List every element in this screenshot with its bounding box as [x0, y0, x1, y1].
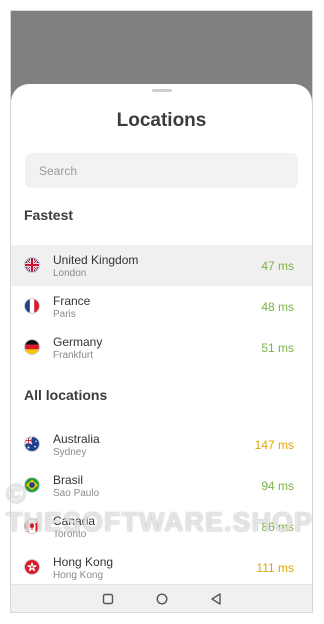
- city-name: London: [53, 268, 87, 279]
- system-navigation-bar: [11, 584, 312, 612]
- page-title: Locations: [116, 110, 207, 131]
- location-row-hong-kong[interactable]: Hong Kong Hong Kong 111 ms: [11, 547, 312, 584]
- country-name: Canada: [53, 514, 96, 528]
- locations-sheet: Locations Fastest United Kingdom London …: [11, 84, 312, 584]
- fastest-heading: Fastest: [24, 207, 74, 223]
- location-row-brasil[interactable]: Brasil Sao Paulo 94 ms: [11, 465, 312, 506]
- brazil-flag-icon: [24, 477, 40, 493]
- australia-flag-icon: [24, 436, 40, 452]
- country-name: Hong Kong: [53, 555, 114, 569]
- city-name: Sao Paulo: [53, 488, 100, 499]
- phone-screen: Locations Fastest United Kingdom London …: [11, 11, 312, 612]
- location-row-france[interactable]: France Paris 48 ms: [11, 286, 312, 327]
- drag-handle[interactable]: [152, 89, 172, 92]
- latency-value: 51 ms: [261, 341, 294, 355]
- location-row-united-kingdom[interactable]: United Kingdom London 47 ms: [11, 245, 312, 286]
- country-name: France: [53, 294, 91, 308]
- uk-flag-icon: [24, 257, 40, 273]
- latency-value: 48 ms: [261, 300, 294, 314]
- city-name: Toronto: [53, 529, 87, 540]
- latency-value: 147 ms: [254, 438, 294, 452]
- latency-value: 94 ms: [261, 479, 294, 493]
- latency-value: 86 ms: [261, 520, 294, 534]
- home-icon[interactable]: [154, 591, 170, 607]
- all-locations-heading: All locations: [24, 387, 108, 403]
- country-name: Brasil: [53, 473, 84, 487]
- germany-flag-icon: [24, 339, 40, 355]
- france-flag-icon: [24, 298, 40, 314]
- latency-value: 111 ms: [256, 561, 294, 575]
- city-name: Paris: [53, 309, 76, 320]
- city-name: Hong Kong: [53, 570, 104, 581]
- location-row-canada[interactable]: Canada Toronto 86 ms: [11, 506, 312, 547]
- country-name: Germany: [53, 335, 103, 349]
- city-name: Frankfurt: [53, 350, 94, 361]
- location-row-germany[interactable]: Germany Frankfurt 51 ms: [11, 327, 312, 368]
- location-row-australia[interactable]: Australia Sydney 147 ms: [11, 424, 312, 465]
- search-input[interactable]: [25, 153, 298, 188]
- country-name: Australia: [53, 432, 100, 446]
- back-icon[interactable]: [208, 591, 224, 607]
- recent-apps-icon[interactable]: [100, 591, 116, 607]
- latency-value: 47 ms: [261, 259, 294, 273]
- city-name: Sydney: [53, 447, 87, 458]
- country-name: United Kingdom: [53, 253, 139, 267]
- canada-flag-icon: [24, 518, 40, 534]
- hong-kong-flag-icon: [24, 559, 40, 575]
